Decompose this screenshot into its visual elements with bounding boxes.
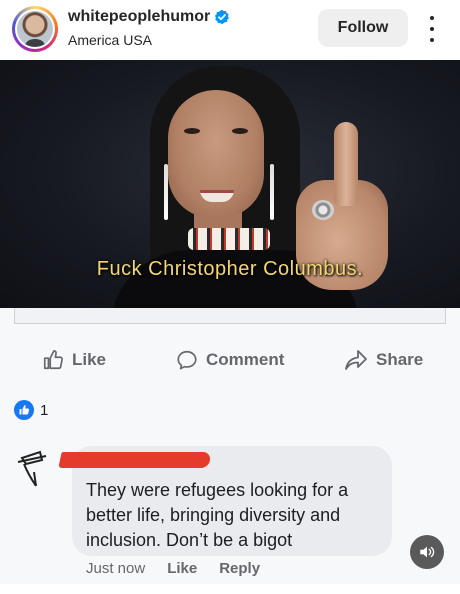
figure-eye <box>184 128 200 134</box>
username[interactable]: whitepeoplehumor <box>68 8 210 26</box>
comment-button[interactable]: Comment <box>176 346 284 374</box>
comment-meta: Just now Like Reply <box>86 560 260 577</box>
earring <box>164 164 168 220</box>
redacted-commenter-name <box>58 452 212 468</box>
profile-avatar[interactable] <box>12 6 58 52</box>
share-button[interactable]: Share <box>344 346 423 374</box>
comment-time: Just now <box>86 560 146 577</box>
username-row[interactable]: whitepeoplehumor <box>68 8 230 26</box>
commenter-avatar[interactable] <box>14 446 54 490</box>
share-arrow-icon <box>345 350 367 370</box>
dot <box>430 38 434 42</box>
comment-label: Comment <box>206 350 285 369</box>
figure-finger <box>334 122 358 206</box>
image-caption: Fuck Christopher Columbus. <box>96 258 364 280</box>
figure-ring <box>312 200 334 220</box>
bottom-strip <box>0 584 460 594</box>
like-label: Like <box>72 350 107 369</box>
speech-bubble-icon <box>177 350 197 370</box>
link-preview-edge <box>14 308 446 324</box>
avatar-frame <box>15 9 55 49</box>
figure-eye <box>232 128 248 134</box>
verified-badge-icon <box>215 9 230 25</box>
speaker-icon[interactable] <box>410 535 444 569</box>
comment-reply-link[interactable]: Reply <box>219 560 260 577</box>
post-image[interactable]: Fuck Christopher Columbus. <box>0 60 460 308</box>
comment-like-link[interactable]: Like <box>167 560 197 577</box>
follow-button[interactable]: Follow <box>318 9 408 47</box>
beaded-choker <box>188 228 270 250</box>
location[interactable]: America USA <box>68 32 152 48</box>
pilgrim-hat-icon <box>17 450 47 487</box>
thumbs-up-icon <box>43 350 63 370</box>
dot <box>430 16 434 20</box>
post-header: whitepeoplehumor America USA Follow <box>0 0 460 60</box>
like-button[interactable]: Like <box>42 346 106 374</box>
like-reaction-icon <box>14 400 34 420</box>
dot <box>430 27 434 31</box>
more-vertical-icon[interactable] <box>422 14 442 44</box>
share-label: Share <box>376 350 424 369</box>
reaction-summary[interactable]: 1 <box>14 400 48 420</box>
avatar-image <box>17 11 53 47</box>
reaction-count: 1 <box>40 401 49 419</box>
earring <box>270 164 274 220</box>
comment-text: They were refugees looking for a better … <box>86 480 349 550</box>
